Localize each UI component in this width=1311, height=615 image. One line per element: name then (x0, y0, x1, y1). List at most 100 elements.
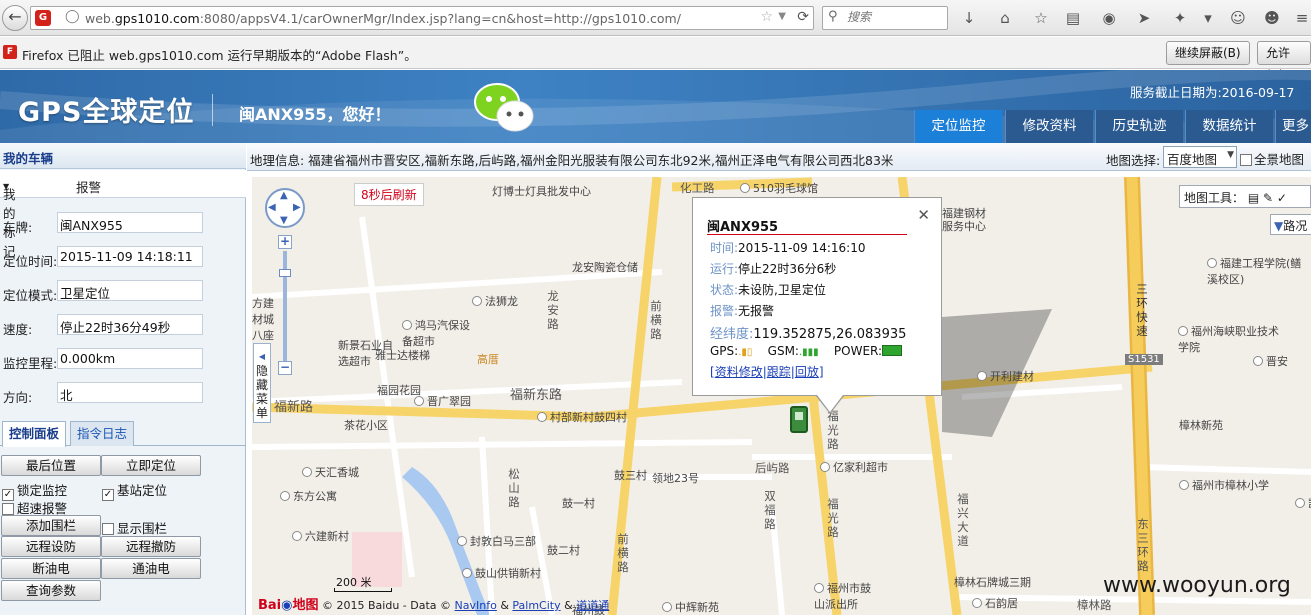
app-header: GPS全球定位 闽ANX955，您好！ 服务截止日期为:2016-09-17 退… (0, 70, 1311, 143)
gsm-signal-icon: .▮▮▮ (798, 347, 819, 358)
smiley-icon[interactable]: ☺ (1228, 8, 1248, 28)
map-label: 福光路 (827, 409, 839, 451)
map-label: 松山路 (508, 467, 520, 509)
query-params-button[interactable]: 查询参数 (1, 580, 101, 601)
add-fence-button[interactable]: 添加围栏 (1, 515, 101, 536)
menu-icon[interactable]: ≡ (1292, 8, 1311, 28)
alarm-link[interactable]: 报警 (76, 177, 101, 196)
panel-subbar: 我的标记 ▼ 报警 (0, 170, 246, 259)
pan-up-icon[interactable]: ▲ (280, 190, 288, 201)
show-fence-checkbox[interactable]: 显示围栏 (102, 518, 167, 537)
pocket-icon[interactable]: ◉ (1099, 8, 1119, 28)
back-icon[interactable]: ← (2, 5, 28, 31)
tab-control-panel[interactable]: 控制面板 (2, 421, 67, 447)
tab-location-monitor[interactable]: 定位监控 (914, 110, 1002, 143)
time-value: 2015-11-09 14:18:11 (57, 246, 203, 267)
remote-disarm-button[interactable]: 远程撤防 (101, 536, 201, 557)
full-view-checkbox[interactable]: 全景地图 (1240, 149, 1304, 168)
map-label: 凯 (1295, 495, 1311, 511)
map-label: 福州海峡职业技术学院 (1178, 325, 1279, 354)
tab-command-log[interactable]: 指令日志 (70, 421, 135, 446)
search-bar[interactable]: ⚲ (822, 6, 948, 30)
map-tools[interactable]: 地图工具： ▤ ✎ ✓ (1179, 185, 1311, 208)
allow-button[interactable]: 允许(A)... (1257, 41, 1311, 82)
tab-history-track[interactable]: 历史轨迹 (1095, 110, 1183, 143)
tab-statistics[interactable]: 数据统计 (1185, 110, 1273, 143)
globe-icon: ◯ (65, 9, 80, 24)
locate-now-button[interactable]: 立即定位 (101, 455, 201, 476)
map-view[interactable]: 灯博士灯具批发中心 化工路 510羽毛球馆 福建钢材 服务中心 龙安陶瓷仓储 法… (252, 177, 1311, 615)
reload-icon[interactable]: ⟳ (797, 9, 809, 25)
map-label: 龙安陶瓷仓储 (572, 261, 638, 274)
reading-list-icon[interactable]: ▤ (1063, 8, 1083, 28)
map-label: 鼓三村 (614, 469, 647, 482)
addon-icon[interactable]: ✦ (1170, 8, 1190, 28)
ruler-icon[interactable]: ▤ (1244, 191, 1259, 205)
tab-more[interactable]: 更多 (1275, 110, 1311, 143)
history-dropdown-icon[interactable]: ▼ (778, 11, 786, 22)
map-label: 福建工程学院(鳝溪校区) (1207, 257, 1302, 286)
continue-block-button[interactable]: 继续屏蔽(B) (1166, 41, 1250, 65)
popup-coordinates: 经纬度:119.352875,26.083935 (710, 327, 907, 342)
map-label: 后屿路 (755, 461, 790, 475)
pan-right-icon[interactable]: ▶ (293, 202, 301, 213)
download-icon[interactable]: ↓ (959, 8, 979, 28)
map-label: 茶花小区 (344, 419, 388, 432)
mileage-label: 监控里程: (3, 356, 58, 371)
traffic-button[interactable]: ▼路况 (1270, 214, 1311, 235)
bookmark-star-icon[interactable]: ☆ (760, 9, 773, 25)
zoom-out-icon[interactable]: − (278, 361, 292, 375)
vehicle-info-popup: 闽ANX955 ✕ 时间:2015-11-09 14:16:10 运行:停止22… (692, 197, 942, 414)
map-label: 三环快速 (1136, 282, 1148, 338)
pan-down-icon[interactable]: ▼ (280, 215, 288, 226)
mark-icon[interactable]: ✓ (1273, 191, 1287, 205)
map-label: 亿家利超市 (820, 459, 888, 475)
navinfo-link[interactable]: NavInfo (455, 599, 497, 612)
pan-control[interactable]: ▲ ▼ ◀ ▶ (265, 188, 305, 228)
palmcity-link[interactable]: PalmCity (512, 599, 560, 612)
close-icon[interactable]: ✕ (917, 206, 930, 224)
map-label: 村部新村鼓四村 (537, 409, 627, 425)
monkey-icon[interactable]: ☻ (1262, 8, 1282, 28)
track-link[interactable]: 跟踪 (767, 365, 791, 379)
edit-profile-link[interactable]: 资料修改 (715, 365, 763, 379)
playback-link[interactable]: 回放 (795, 365, 819, 379)
home-icon[interactable]: ⌂ (995, 8, 1015, 28)
lbs-locate-checkbox[interactable]: ✓ 基站定位 (102, 480, 167, 501)
search-input[interactable] (847, 10, 943, 24)
refresh-countdown: 8秒后刷新 (354, 183, 424, 206)
daodaotong-link[interactable]: 道道通 (576, 599, 609, 612)
zoom-control[interactable]: + − (278, 235, 292, 377)
baidu-logo[interactable]: Bai◉地图 (258, 598, 319, 613)
header-separator (212, 94, 213, 126)
send-icon[interactable]: ➤ (1134, 8, 1154, 28)
addon-dropdown-icon[interactable]: ▾ (1198, 8, 1218, 28)
vehicle-marker-icon[interactable] (790, 406, 808, 433)
map-label: 封敦白马三部 (457, 533, 536, 549)
info-row-mileage: 监控里程: 0.000km (0, 343, 246, 377)
mode-label: 定位模式: (3, 288, 58, 303)
map-label: 双福路 (764, 489, 776, 531)
plate-label: 车牌: (3, 220, 33, 235)
eraser-icon[interactable]: ✎ (1259, 191, 1273, 205)
map-select[interactable]: 百度地图 ▼ (1163, 146, 1237, 168)
left-panel: 我的车辆 我的标记 ▼ 报警 车牌: 闽ANX955 定位时间: 2015-11… (0, 143, 246, 615)
map-label: 樟林路 (1077, 598, 1112, 612)
hide-menu-button[interactable]: ◀ 隐藏菜单 (253, 343, 271, 423)
bookmarks-star-icon[interactable]: ☆ (1031, 8, 1051, 28)
cut-oil-button[interactable]: 断油电 (1, 558, 101, 579)
watermark: www.wooyun.org (1103, 573, 1291, 598)
zoom-slider-handle[interactable] (279, 269, 291, 277)
info-row-speed: 速度: 停止22时36分49秒 (0, 309, 246, 343)
tab-edit-profile[interactable]: 修改资料 (1005, 110, 1093, 143)
remote-arm-button[interactable]: 远程设防 (1, 536, 101, 557)
popup-links: [资料修改|跟踪|回放] (710, 365, 824, 379)
last-position-button[interactable]: 最后位置 (1, 455, 101, 476)
address-bar[interactable]: G ◯ web.gps1010.com:8080/appsV4.1/carOwn… (30, 6, 814, 30)
zoom-in-icon[interactable]: + (278, 235, 292, 249)
pan-left-icon[interactable]: ◀ (268, 202, 276, 213)
my-marks-dropdown[interactable]: 我的标记 ▼ (3, 177, 16, 259)
restore-oil-button[interactable]: 通油电 (101, 558, 201, 579)
zoom-track[interactable] (283, 251, 287, 361)
map-label: 鼓一村 (562, 497, 595, 510)
